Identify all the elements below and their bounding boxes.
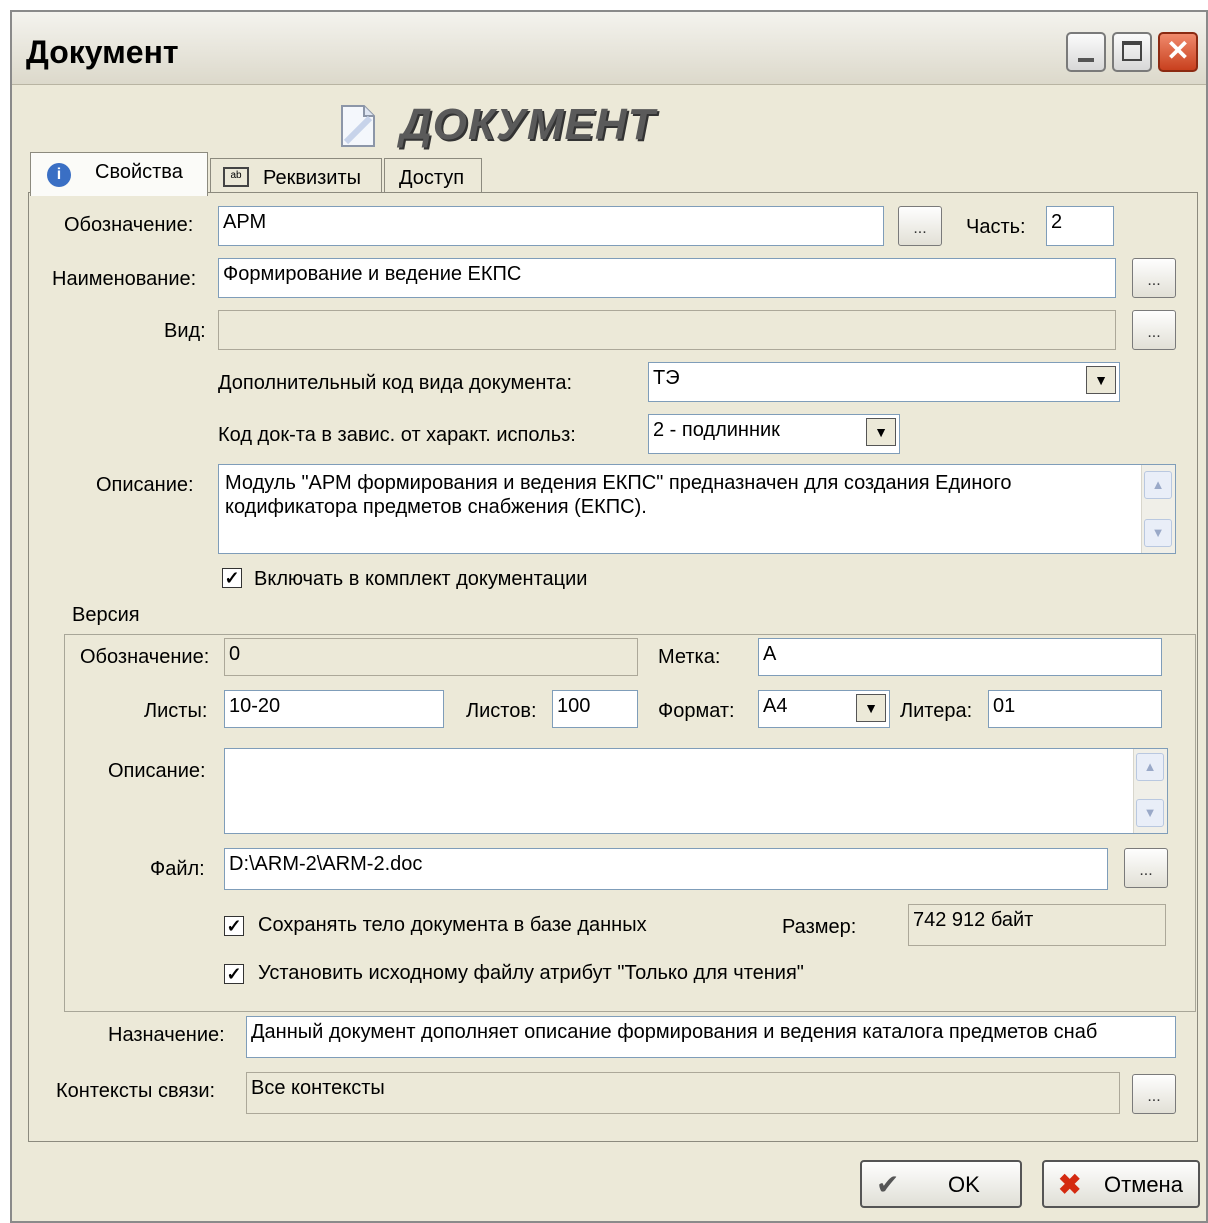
title-bar[interactable]: Документ ✕ <box>12 12 1206 85</box>
mark-label: Метка: <box>658 646 721 668</box>
sheets-count-label: Листов: <box>466 700 537 722</box>
document-icon <box>338 104 378 153</box>
tab-label: Свойства <box>95 161 183 183</box>
chevron-down-icon[interactable]: ▼ <box>856 694 886 722</box>
description-textarea[interactable]: Модуль "АРМ формирования и ведения ЕКПС"… <box>218 464 1176 554</box>
extra-code-value: ТЭ <box>653 367 680 389</box>
tab-properties[interactable]: i Свойства <box>30 152 208 196</box>
size-label: Размер: <box>782 916 857 938</box>
close-button[interactable]: ✕ <box>1158 32 1198 72</box>
designation-label: Обозначение: <box>64 214 194 236</box>
header-title: ДОКУМЕНТ <box>400 100 656 149</box>
scroll-up-icon[interactable]: ▲ <box>1136 753 1164 781</box>
chevron-down-icon[interactable]: ▼ <box>866 418 896 446</box>
file-browse-button[interactable]: ... <box>1124 848 1168 888</box>
sheets-label: Листы: <box>144 700 208 722</box>
contexts-label: Контексты связи: <box>56 1080 216 1102</box>
format-label: Формат: <box>658 700 735 722</box>
tab-label: Реквизиты <box>263 167 362 189</box>
purpose-field[interactable]: Данный документ дополняет описание форми… <box>246 1016 1176 1058</box>
close-icon: ✕ <box>1166 35 1190 66</box>
tab-access[interactable]: Доступ <box>384 158 482 196</box>
version-designation-field[interactable]: 0 <box>224 638 638 676</box>
version-designation-label: Обозначение: <box>80 646 210 668</box>
cancel-label: Отмена <box>1104 1172 1183 1197</box>
description-label: Описание: <box>96 474 194 496</box>
save-body-checkbox[interactable]: ✓ <box>224 916 244 936</box>
tab-requisites[interactable]: ab Реквизиты <box>210 158 382 196</box>
designation-field[interactable]: АРМ <box>218 206 884 246</box>
chevron-down-icon[interactable]: ▼ <box>1086 366 1116 394</box>
fields-icon: ab <box>223 167 249 187</box>
version-description-label: Описание: <box>108 760 206 782</box>
ok-button[interactable]: ✔ OK <box>860 1160 1022 1208</box>
litera-label: Литера: <box>900 700 973 722</box>
check-icon: ✓ <box>224 568 240 588</box>
name-label: Наименование: <box>52 268 197 290</box>
version-description-scrollbar[interactable]: ▲ ▼ <box>1133 749 1167 833</box>
scroll-up-icon[interactable]: ▲ <box>1144 471 1172 499</box>
name-browse-button[interactable]: ... <box>1132 258 1176 298</box>
readonly-checkbox[interactable]: ✓ <box>224 964 244 984</box>
sheets-count-field[interactable]: 100 <box>552 690 638 728</box>
file-field[interactable]: D:\ARM-2\ARM-2.doc <box>224 848 1108 890</box>
litera-field[interactable]: 01 <box>988 690 1162 728</box>
description-scrollbar[interactable]: ▲ ▼ <box>1141 465 1175 553</box>
part-label: Часть: <box>966 216 1026 238</box>
contexts-browse-button[interactable]: ... <box>1132 1074 1176 1114</box>
file-label: Файл: <box>150 858 205 880</box>
part-field[interactable]: 2 <box>1046 206 1114 246</box>
sheets-field[interactable]: 10-20 <box>224 690 444 728</box>
save-body-label: Сохранять тело документа в базе данных <box>258 914 647 936</box>
contexts-field[interactable]: Все контексты <box>246 1072 1120 1114</box>
version-description-textarea[interactable]: ▲ ▼ <box>224 748 1168 834</box>
usage-code-select[interactable]: 2 - подлинник ▼ <box>648 414 900 454</box>
cancel-button[interactable]: ✖ Отмена <box>1042 1160 1200 1208</box>
kind-field[interactable] <box>218 310 1116 350</box>
description-text: Модуль "АРМ формирования и ведения ЕКПС"… <box>225 472 1012 518</box>
document-dialog: Документ ✕ ДОКУМЕНТ i Свойства ab Реквиз… <box>10 10 1208 1223</box>
mark-field[interactable]: А <box>758 638 1162 676</box>
include-label: Включать в комплект документации <box>254 568 588 590</box>
minimize-button[interactable] <box>1066 32 1106 72</box>
check-icon: ✓ <box>226 916 242 936</box>
purpose-label: Назначение: <box>108 1024 225 1046</box>
ok-label: OK <box>948 1172 980 1197</box>
info-icon: i <box>47 163 71 187</box>
format-value: А4 <box>763 695 788 717</box>
scroll-down-icon[interactable]: ▼ <box>1144 519 1172 547</box>
tab-label: Доступ <box>399 167 465 189</box>
size-value: 742 912 байт <box>908 904 1166 946</box>
checkmark-icon: ✔ <box>876 1169 900 1200</box>
cancel-x-icon: ✖ <box>1058 1169 1082 1200</box>
format-select[interactable]: А4 ▼ <box>758 690 890 728</box>
window-title: Документ <box>26 34 179 70</box>
minimize-icon <box>1078 58 1094 62</box>
maximize-icon <box>1122 41 1142 61</box>
extra-code-label: Дополнительный код вида документа: <box>218 372 573 394</box>
check-icon: ✓ <box>226 964 242 984</box>
readonly-label: Установить исходному файлу атрибут "Толь… <box>258 962 804 984</box>
scroll-down-icon[interactable]: ▼ <box>1136 799 1164 827</box>
kind-label: Вид: <box>164 320 206 342</box>
name-field[interactable]: Формирование и ведение ЕКПС <box>218 258 1116 298</box>
kind-browse-button[interactable]: ... <box>1132 310 1176 350</box>
extra-code-select[interactable]: ТЭ ▼ <box>648 362 1120 402</box>
designation-browse-button[interactable]: ... <box>898 206 942 246</box>
maximize-button[interactable] <box>1112 32 1152 72</box>
usage-code-label: Код док-та в завис. от характ. использ: <box>218 424 576 446</box>
usage-code-value: 2 - подлинник <box>653 419 780 441</box>
include-checkbox[interactable]: ✓ <box>222 568 242 588</box>
version-group-label: Версия <box>68 604 144 627</box>
